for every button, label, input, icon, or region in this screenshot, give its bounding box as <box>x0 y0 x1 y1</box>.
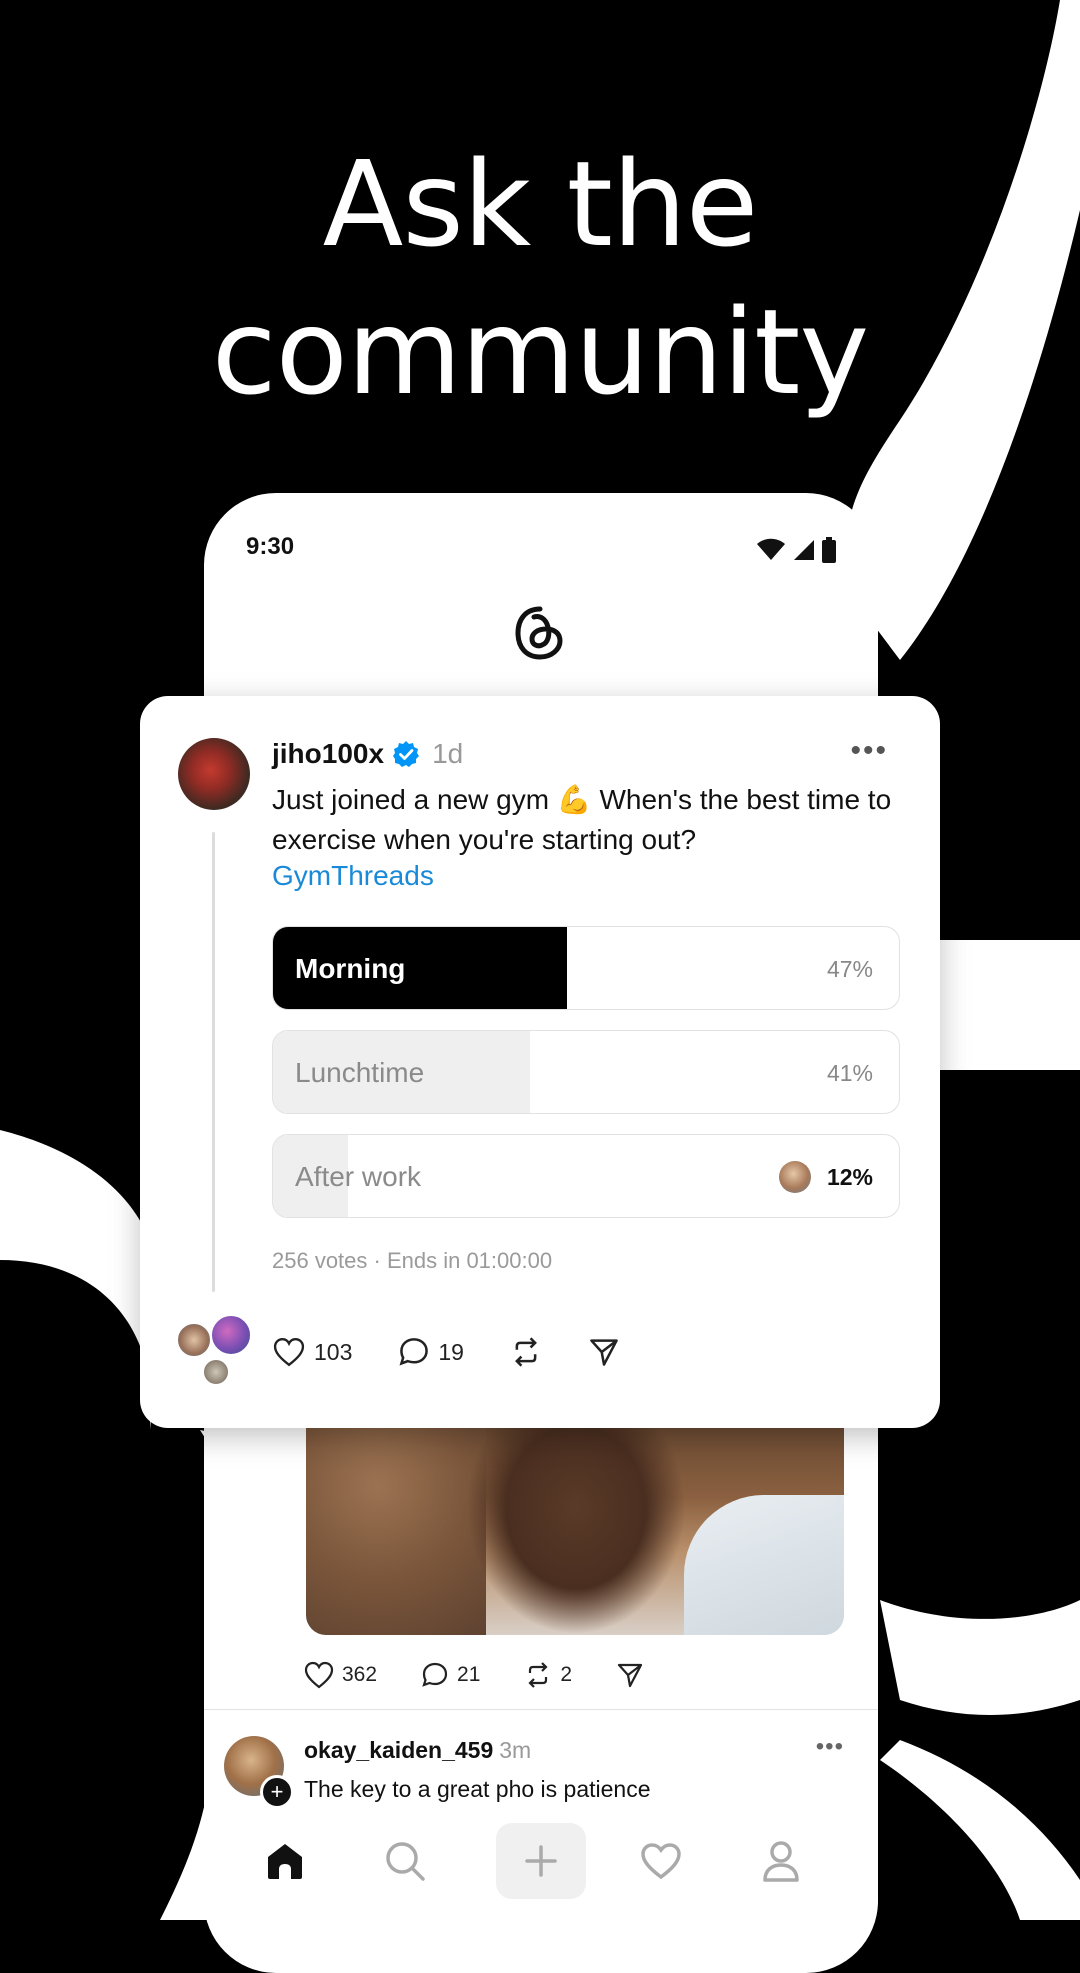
nav-search[interactable] <box>360 1823 450 1899</box>
poll-option-label: After work <box>295 1161 422 1192</box>
wifi-icon <box>757 538 785 560</box>
send-icon <box>617 1663 643 1688</box>
repost-count: 2 <box>560 1663 573 1686</box>
post-actions: 103 19 <box>272 1332 666 1372</box>
repost-button[interactable] <box>510 1336 542 1368</box>
poll-option-label: Morning <box>295 953 406 984</box>
poll-option-lunchtime[interactable]: Lunchtime 41% <box>272 1030 900 1114</box>
heart-icon <box>304 1661 334 1689</box>
voter-avatar <box>779 1161 811 1193</box>
headline-line-2: community <box>211 283 869 421</box>
poll-option-percent: 47% <box>826 956 873 982</box>
poll-option-percent: 41% <box>826 1060 873 1086</box>
reply-button[interactable]: 19 <box>398 1336 464 1368</box>
heart-icon <box>273 1337 305 1367</box>
image-dog-fur <box>306 1423 486 1635</box>
status-icons <box>756 535 836 565</box>
like-button[interactable]: 362 <box>304 1661 377 1689</box>
poll-option-percent: 12% <box>826 1164 873 1190</box>
comment-icon <box>422 1662 448 1687</box>
share-button[interactable] <box>616 1661 644 1689</box>
bottom-nav <box>204 1823 878 1903</box>
avatar <box>176 1322 212 1358</box>
nav-profile[interactable] <box>736 1823 826 1899</box>
post-divider <box>204 1709 878 1710</box>
like-count: 362 <box>342 1663 378 1686</box>
post-time: 3m <box>499 1737 532 1763</box>
post-text: Just joined a new gym 💪 When's the best … <box>272 784 892 855</box>
send-icon <box>590 1339 618 1366</box>
thread-line <box>212 832 215 1292</box>
headline-line-1: Ask the <box>322 135 759 273</box>
verified-badge-icon <box>393 741 420 767</box>
reply-button[interactable]: 21 <box>421 1661 480 1689</box>
post-username[interactable]: jiho100x 1d <box>272 738 463 770</box>
image-sleeve <box>684 1495 844 1635</box>
featured-post-card[interactable]: jiho100x 1d ••• Just joined a new gym 💪 … <box>140 696 940 1428</box>
poll-option-morning[interactable]: Morning 47% <box>272 926 900 1010</box>
username-text: okay_kaiden_459 <box>304 1737 494 1763</box>
post-image[interactable] <box>306 1423 844 1635</box>
avatar <box>210 1314 252 1356</box>
nav-activity[interactable] <box>616 1823 706 1899</box>
like-button[interactable]: 103 <box>272 1337 352 1367</box>
username-text: jiho100x <box>272 738 385 769</box>
image-post-actions: 362 21 2 <box>304 1655 688 1695</box>
profile-icon <box>763 1841 799 1882</box>
follow-plus-icon[interactable]: + <box>260 1775 294 1809</box>
headline: Ask the community <box>0 130 1080 426</box>
post-username[interactable]: okay_kaiden_459 3m <box>304 1737 531 1764</box>
more-options-icon[interactable]: ••• <box>850 734 888 768</box>
reply-count: 19 <box>438 1338 464 1365</box>
more-options-icon[interactable]: ••• <box>816 1733 844 1761</box>
heart-icon <box>641 1843 681 1880</box>
reply-count: 21 <box>457 1663 481 1686</box>
image-hands <box>466 1423 686 1635</box>
poll-option-label: Lunchtime <box>295 1057 425 1088</box>
nav-new-post[interactable] <box>496 1823 586 1899</box>
avatar <box>202 1358 230 1386</box>
repost-button[interactable]: 2 <box>524 1661 572 1689</box>
battery-icon <box>822 537 836 563</box>
repost-icon <box>515 1337 537 1367</box>
reply-facepile[interactable] <box>176 1314 256 1394</box>
nav-home[interactable] <box>240 1823 330 1899</box>
status-time: 9:30 <box>246 533 295 560</box>
home-icon <box>268 1844 302 1879</box>
repost-icon <box>528 1662 548 1688</box>
search-icon <box>386 1842 425 1881</box>
poll-option-after-work[interactable]: After work 12% <box>272 1134 900 1218</box>
post-time: 1d <box>432 738 464 769</box>
like-count: 103 <box>314 1338 353 1365</box>
poll-meta: 256 votes · Ends in 01:00:00 <box>272 1248 553 1273</box>
threads-logo[interactable] <box>510 603 570 663</box>
avatar[interactable] <box>178 738 250 810</box>
share-button[interactable] <box>588 1336 620 1368</box>
plus-icon <box>525 1845 557 1877</box>
comment-icon <box>399 1338 429 1366</box>
topic-tag-link[interactable]: GymThreads <box>272 860 434 892</box>
signal-icon <box>794 540 814 560</box>
status-bar: 9:30 <box>204 533 878 573</box>
post-text: The key to a great pho is patience <box>304 1776 651 1802</box>
